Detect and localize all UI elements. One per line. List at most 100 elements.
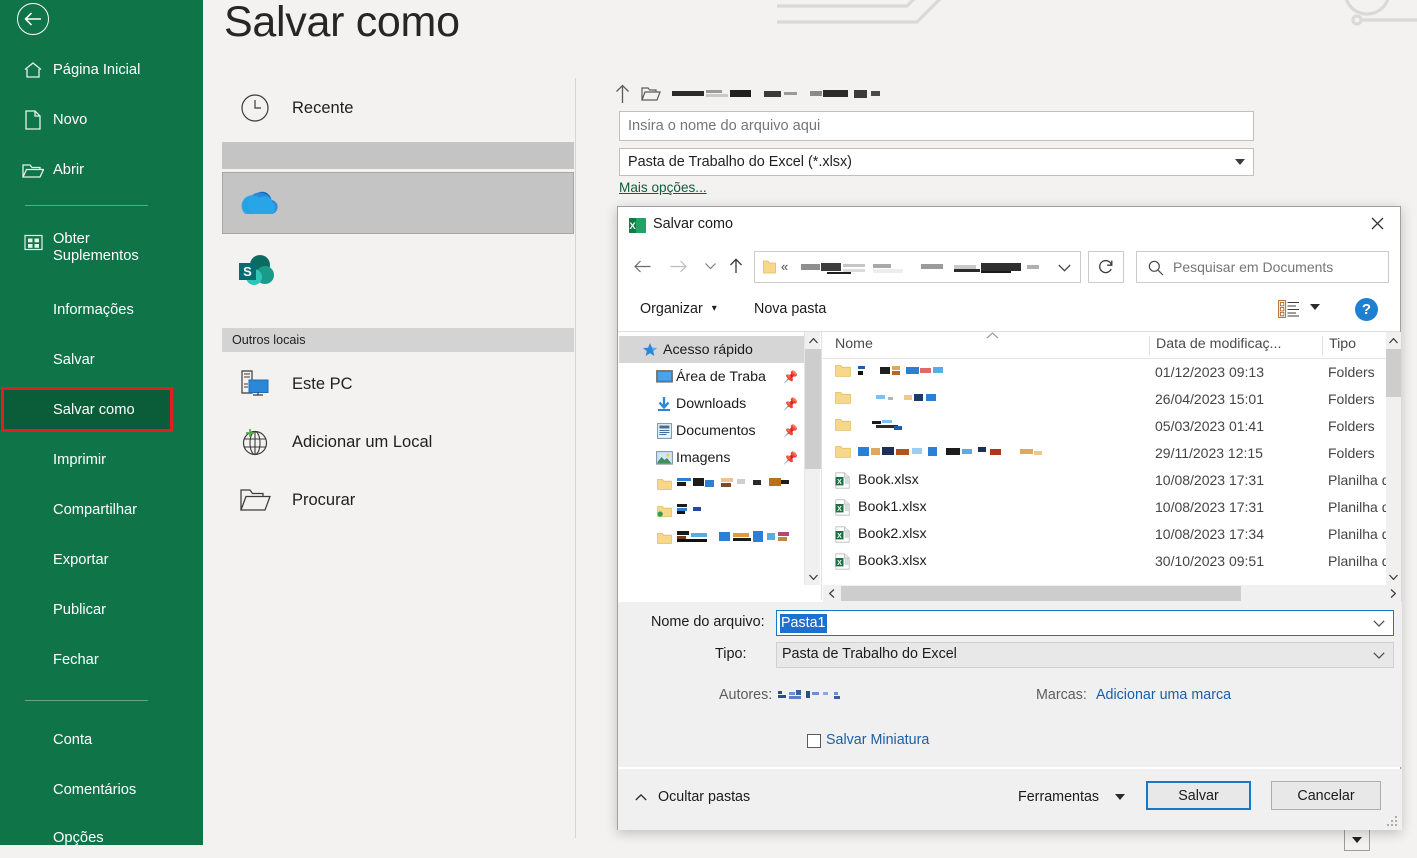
pane-splitter[interactable] [821,332,822,600]
tree-scroll-down-button[interactable] [805,568,821,585]
add-tag-link[interactable]: Adicionar uma marca [1096,687,1231,703]
page-scroll-down-button[interactable] [1344,829,1370,851]
place-browse[interactable]: Procurar [222,471,574,529]
table-row[interactable]: 26/04/2023 15:01 Folders [823,387,1386,414]
chevron-down-icon[interactable] [1373,616,1385,630]
column-divider[interactable] [1149,336,1150,355]
search-input[interactable]: Pesquisar em Documents [1136,251,1389,283]
tree-item-downloads[interactable]: Downloads 📌 [619,390,804,417]
table-row[interactable]: X Book1.xlsx 10/08/2023 17:31 Planilha d [823,495,1386,522]
place-recent[interactable]: Recente [222,82,574,134]
filename-input[interactable]: Pasta1 [776,610,1394,636]
svg-text:X: X [837,479,842,486]
place-this-pc[interactable]: Este PC [222,355,574,413]
column-header-date-modified[interactable]: Data de modificaç... [1156,336,1281,352]
pin-icon[interactable]: 📌 [783,397,798,411]
nav-forward-button[interactable] [664,251,692,281]
place-redacted[interactable] [222,142,574,169]
tree-item-documents[interactable]: Documentos 📌 [619,417,804,444]
authors-value-redacted[interactable] [778,688,886,707]
sidebar-item-home[interactable]: Página Inicial [0,50,203,90]
place-sharepoint[interactable]: S [222,240,574,302]
refresh-button[interactable] [1088,251,1124,283]
address-dropdown-icon[interactable] [1058,261,1071,275]
table-row[interactable]: 01/12/2023 09:13 Folders [823,360,1386,387]
nav-recent-locations-button[interactable] [696,251,724,281]
up-arrow-icon[interactable] [615,84,630,109]
hscroll-left-button[interactable] [823,585,840,602]
backstage-filetype-select[interactable]: Pasta de Trabalho do Excel (*.xlsx) [619,148,1254,176]
save-thumbnail-label[interactable]: Salvar Miniatura [826,732,929,748]
place-add-location[interactable]: Adicionar um Local [222,413,574,471]
table-row[interactable]: X Book3.xlsx 30/10/2023 09:51 Planilha d [823,549,1386,576]
nav-up-button[interactable] [722,251,750,281]
tree-item-redacted-3[interactable] [619,525,804,552]
sidebar-item-save-as[interactable]: Salvar como [0,390,172,430]
tools-button[interactable]: Ferramentas [1018,789,1099,805]
list-scroll-down-button[interactable] [1386,568,1401,585]
hscroll-right-button[interactable] [1384,585,1401,602]
sidebar-item-feedback[interactable]: Comentários [0,770,203,810]
tree-scroll-thumb[interactable] [805,349,821,469]
close-icon[interactable] [1355,207,1400,239]
pin-icon[interactable]: 📌 [783,451,798,465]
sidebar-item-account[interactable]: Conta [0,720,203,760]
tools-caret-icon[interactable] [1115,794,1125,800]
tree-vertical-scrollbar[interactable] [804,332,821,585]
tree-item-quick-access[interactable]: Acesso rápido [619,336,804,363]
view-mode-caret-icon[interactable] [1310,304,1320,310]
help-icon[interactable]: ? [1355,298,1378,321]
table-row[interactable]: 05/03/2023 01:41 Folders [823,414,1386,441]
dialog-titlebar[interactable]: X Salvar como [618,207,1400,243]
place-label: Procurar [292,490,356,509]
cancel-button[interactable]: Cancelar [1271,781,1381,810]
file-date: 30/10/2023 09:51 [1155,553,1264,569]
sidebar-item-get-addins[interactable]: Obter Suplementos [0,226,203,266]
sidebar-item-publish[interactable]: Publicar [0,590,203,630]
sidebar-item-label: Exportar [53,551,109,568]
hscroll-thumb[interactable] [841,586,1241,601]
place-onedrive[interactable] [222,172,574,234]
sidebar-item-close[interactable]: Fechar [0,640,203,680]
new-folder-button[interactable]: Nova pasta [754,301,826,317]
tree-scroll-up-button[interactable] [805,332,821,349]
file-list-horizontal-scrollbar[interactable] [823,585,1401,602]
save-button[interactable]: Salvar [1146,781,1251,810]
table-row[interactable]: 29/11/2023 12:15 Folders [823,441,1386,468]
table-row[interactable]: X Book.xlsx 10/08/2023 17:31 Planilha d [823,468,1386,495]
resize-grip[interactable] [1385,814,1398,827]
tree-item-redacted-2[interactable] [619,498,804,525]
back-button[interactable] [17,3,49,35]
pin-icon[interactable]: 📌 [783,424,798,438]
backstage-path-row[interactable] [615,84,897,109]
file-list-vertical-scrollbar[interactable] [1386,332,1401,585]
table-row[interactable]: X Book2.xlsx 10/08/2023 17:34 Planilha d [823,522,1386,549]
sidebar-item-open[interactable]: Abrir [0,150,203,190]
backstage-filename-input[interactable]: Insira o nome do arquivo aqui [619,111,1254,141]
nav-back-button[interactable] [628,251,656,281]
organize-button[interactable]: Organizar ▾ [640,301,717,317]
tree-item-pictures[interactable]: Imagens 📌 [619,444,804,471]
pin-icon[interactable]: 📌 [783,370,798,384]
list-scroll-up-button[interactable] [1386,332,1401,349]
chevron-down-icon[interactable] [1373,648,1385,662]
filetype-select[interactable]: Pasta de Trabalho do Excel [776,642,1394,668]
sidebar-item-info[interactable]: Informações [0,290,203,330]
tree-item-redacted-1[interactable] [619,471,804,498]
column-divider[interactable] [1322,336,1323,355]
more-options-link[interactable]: Mais opções... [619,180,707,195]
sidebar-item-new[interactable]: Novo [0,100,203,140]
sidebar-item-share[interactable]: Compartilhar [0,490,203,530]
sidebar-item-print[interactable]: Imprimir [0,440,203,480]
column-header-name[interactable]: Nome [835,336,873,352]
sidebar-item-options[interactable]: Opções [0,818,203,858]
hide-folders-button[interactable]: Ocultar pastas [635,789,750,805]
list-view-icon[interactable] [1278,300,1300,323]
list-scroll-thumb[interactable] [1386,349,1401,397]
sidebar-item-export[interactable]: Exportar [0,540,203,580]
save-thumbnail-checkbox[interactable] [807,734,821,748]
tree-item-desktop[interactable]: Área de Traba 📌 [619,363,804,390]
address-bar[interactable]: « [754,251,1081,283]
sidebar-item-save[interactable]: Salvar [0,340,203,380]
column-header-type[interactable]: Tipo [1329,336,1356,352]
